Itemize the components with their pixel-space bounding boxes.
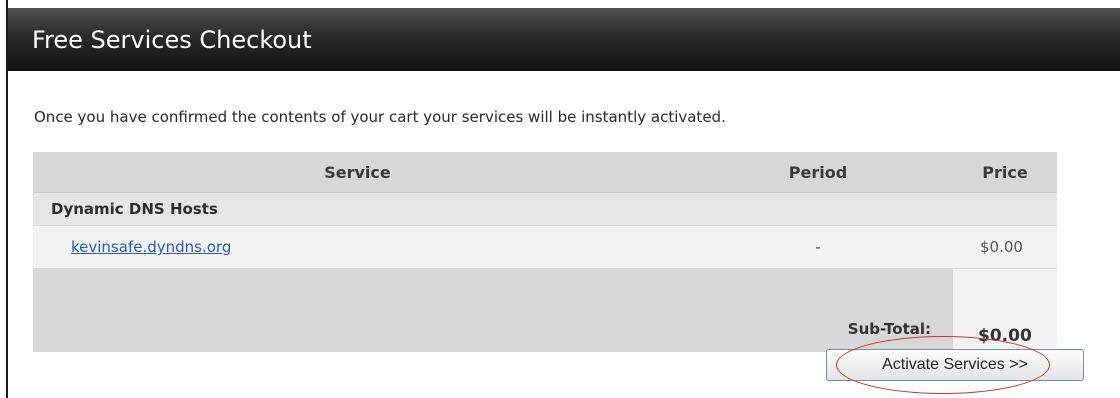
intro-text: Once you have confirmed the contents of …	[34, 108, 726, 126]
table-header-row: Service Period Price	[33, 152, 1057, 193]
cart-table: Service Period Price Dynamic DNS Hosts k…	[33, 152, 1057, 352]
subtotal-label: Sub-Total:	[33, 268, 953, 352]
group-label: Dynamic DNS Hosts	[33, 192, 1057, 226]
page-title: Free Services Checkout	[32, 26, 312, 54]
column-header-service: Service	[33, 152, 683, 193]
activate-services-button[interactable]: Activate Services >>	[826, 349, 1084, 381]
subtotal-value: $0.00	[953, 268, 1057, 352]
group-row: Dynamic DNS Hosts	[33, 192, 1057, 226]
checkout-page: Free Services Checkout Once you have con…	[0, 0, 1120, 398]
subtotal-row: Sub-Total: $0.00	[33, 268, 1057, 352]
service-link[interactable]: kevinsafe.dyndns.org	[71, 238, 231, 256]
price-cell: $0.00	[953, 225, 1057, 269]
page-header: Free Services Checkout	[8, 8, 1120, 71]
table-row: kevinsafe.dyndns.org - $0.00	[33, 225, 1057, 269]
column-header-period: Period	[683, 152, 953, 193]
column-header-price: Price	[953, 152, 1057, 193]
period-cell: -	[683, 225, 953, 269]
